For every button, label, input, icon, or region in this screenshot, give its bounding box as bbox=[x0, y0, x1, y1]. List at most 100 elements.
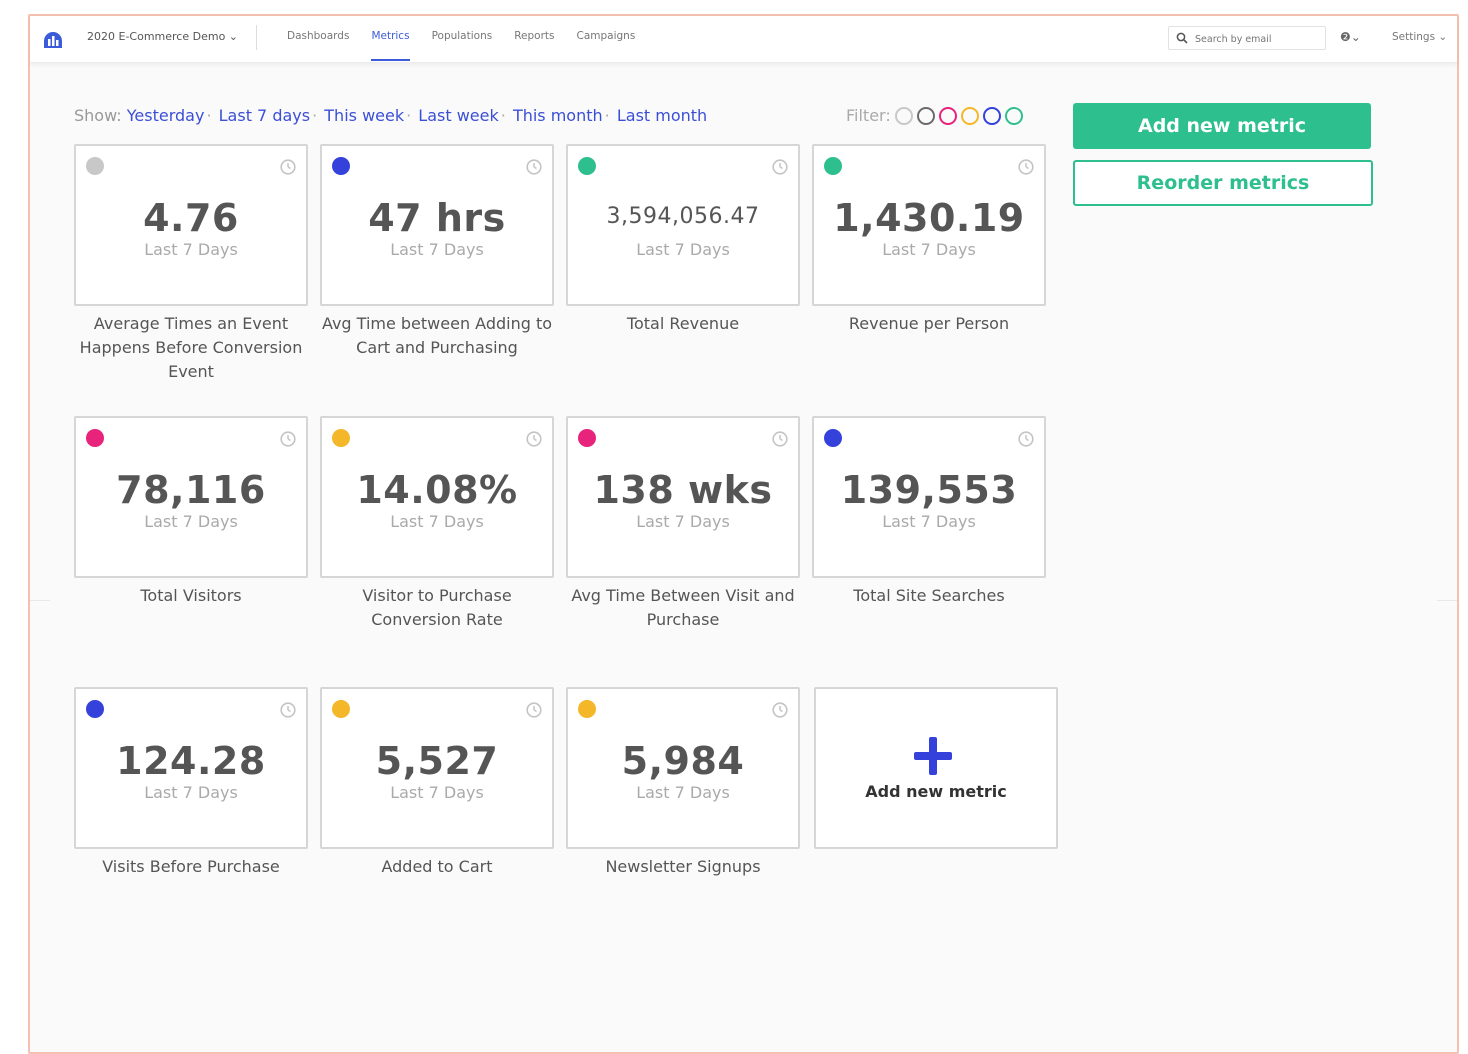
range-yesterday[interactable]: Yesterday bbox=[127, 106, 205, 125]
clock-icon[interactable] bbox=[772, 159, 788, 175]
show-label: Show: bbox=[74, 106, 122, 125]
metric-name: Average Times an Event Happens Before Co… bbox=[79, 314, 303, 381]
metric-period: Last 7 Days bbox=[390, 240, 484, 259]
search-box bbox=[1168, 26, 1326, 50]
metric-color-dot bbox=[86, 157, 104, 175]
metric-value: 138 wks bbox=[593, 468, 773, 512]
metric-name: Total Visitors bbox=[140, 586, 242, 605]
reorder-metrics-button[interactable]: Reorder metrics bbox=[1073, 160, 1373, 206]
search-input[interactable] bbox=[1193, 30, 1325, 48]
metric-name: Revenue per Person bbox=[848, 314, 1010, 333]
metric-period: Last 7 Days bbox=[636, 240, 730, 259]
metric-card[interactable]: 139,553 Last 7 Days bbox=[812, 416, 1046, 578]
metric-period: Last 7 Days bbox=[636, 512, 730, 531]
metric-card[interactable]: 124.28 Last 7 Days bbox=[74, 687, 308, 849]
help-menu[interactable]: ❷⌄ bbox=[1340, 30, 1361, 44]
clock-icon[interactable] bbox=[1018, 159, 1034, 175]
metric-name: Total Revenue bbox=[626, 314, 740, 333]
range-last-month[interactable]: Last month bbox=[617, 106, 707, 125]
clock-icon[interactable] bbox=[772, 702, 788, 718]
metric-value: 124.28 bbox=[116, 739, 266, 783]
main-nav: Dashboards Metrics Populations Reports C… bbox=[276, 16, 646, 62]
metric-color-dot bbox=[578, 429, 596, 447]
metric-value: 1,430.19 bbox=[833, 196, 1025, 240]
plus-icon bbox=[914, 737, 952, 775]
metric-value: 4.76 bbox=[143, 196, 239, 240]
metric-color-dot bbox=[86, 429, 104, 447]
metric-card[interactable]: 1,430.19 Last 7 Days bbox=[812, 144, 1046, 306]
filter-green[interactable] bbox=[1004, 106, 1023, 125]
metric-period: Last 7 Days bbox=[390, 783, 484, 802]
clock-icon[interactable] bbox=[526, 431, 542, 447]
metric-card[interactable]: 3,594,056.47 Last 7 Days bbox=[566, 144, 800, 306]
top-navigation-bar: 2020 E-Commerce Demo ⌄ Dashboards Metric… bbox=[30, 16, 1457, 63]
clock-icon[interactable] bbox=[280, 159, 296, 175]
add-new-metric-button[interactable]: Add new metric bbox=[1073, 103, 1371, 149]
metric-card[interactable]: 4.76 Last 7 Days bbox=[74, 144, 308, 306]
clock-icon[interactable] bbox=[526, 159, 542, 175]
add-metric-card[interactable]: Add new metric bbox=[814, 687, 1058, 849]
tab-metrics[interactable]: Metrics bbox=[360, 16, 420, 62]
app-logo-icon[interactable] bbox=[42, 28, 64, 50]
metric-period: Last 7 Days bbox=[390, 512, 484, 531]
tab-dashboards[interactable]: Dashboards bbox=[276, 16, 360, 62]
metric-value: 139,553 bbox=[840, 468, 1018, 512]
metric-value: 3,594,056.47 bbox=[606, 204, 760, 229]
metric-period: Last 7 Days bbox=[636, 783, 730, 802]
range-last-week[interactable]: Last week bbox=[418, 106, 498, 125]
metric-period: Last 7 Days bbox=[882, 512, 976, 531]
filter-pink[interactable] bbox=[938, 106, 957, 125]
metric-name: Avg Time Between Visit and Purchase bbox=[571, 586, 795, 629]
metric-color-dot bbox=[332, 157, 350, 175]
metric-value: 14.08% bbox=[356, 468, 518, 512]
filter-dark[interactable] bbox=[916, 106, 935, 125]
range-last-7-days[interactable]: Last 7 days bbox=[219, 106, 310, 125]
divider bbox=[256, 25, 257, 50]
tab-campaigns[interactable]: Campaigns bbox=[565, 16, 646, 62]
metric-card[interactable]: 138 wks Last 7 Days bbox=[566, 416, 800, 578]
metric-name: Added to Cart bbox=[381, 857, 493, 876]
filter-blue[interactable] bbox=[982, 106, 1001, 125]
date-range-selector: Show: Yesterday · Last 7 days · This week ·… bbox=[74, 106, 708, 125]
metric-name: Total Site Searches bbox=[853, 586, 1005, 605]
clock-icon[interactable] bbox=[772, 431, 788, 447]
metric-color-dot bbox=[824, 157, 842, 175]
metric-card[interactable]: 5,984 Last 7 Days bbox=[566, 687, 800, 849]
metric-color-dot bbox=[332, 700, 350, 718]
divider bbox=[1437, 600, 1457, 601]
project-selector[interactable]: 2020 E-Commerce Demo ⌄ bbox=[87, 30, 238, 43]
metric-card[interactable]: 78,116 Last 7 Days bbox=[74, 416, 308, 578]
range-this-week[interactable]: This week bbox=[324, 106, 404, 125]
metric-color-dot bbox=[332, 429, 350, 447]
metric-name: Avg Time between Adding to Cart and Purc… bbox=[321, 314, 553, 357]
clock-icon[interactable] bbox=[1018, 431, 1034, 447]
clock-icon[interactable] bbox=[526, 702, 542, 718]
metric-value: 5,984 bbox=[621, 739, 745, 783]
metric-value: 78,116 bbox=[116, 468, 266, 512]
metric-card[interactable]: 47 hrs Last 7 Days bbox=[320, 144, 554, 306]
tab-populations[interactable]: Populations bbox=[421, 16, 504, 62]
metric-card[interactable]: 5,527 Last 7 Days bbox=[320, 687, 554, 849]
tab-reports[interactable]: Reports bbox=[503, 16, 565, 62]
metric-period: Last 7 Days bbox=[144, 512, 238, 531]
search-icon bbox=[1176, 32, 1188, 44]
settings-menu[interactable]: Settings ⌄ bbox=[1392, 31, 1447, 43]
metric-color-dot bbox=[824, 429, 842, 447]
metric-period: Last 7 Days bbox=[144, 240, 238, 259]
metric-value: 5,527 bbox=[375, 739, 499, 783]
divider bbox=[30, 600, 50, 601]
range-this-month[interactable]: This month bbox=[513, 106, 603, 125]
filter-label: Filter: bbox=[846, 106, 891, 125]
metric-color-dot bbox=[86, 700, 104, 718]
color-filter: Filter: bbox=[846, 106, 1023, 125]
clock-icon[interactable] bbox=[280, 702, 296, 718]
metric-color-dot bbox=[578, 157, 596, 175]
metric-period: Last 7 Days bbox=[144, 783, 238, 802]
metric-period: Last 7 Days bbox=[882, 240, 976, 259]
metric-color-dot bbox=[578, 700, 596, 718]
filter-yellow[interactable] bbox=[960, 106, 979, 125]
metric-card[interactable]: 14.08% Last 7 Days bbox=[320, 416, 554, 578]
add-metric-label: Add new metric bbox=[865, 782, 1007, 801]
filter-gray[interactable] bbox=[894, 106, 913, 125]
clock-icon[interactable] bbox=[280, 431, 296, 447]
